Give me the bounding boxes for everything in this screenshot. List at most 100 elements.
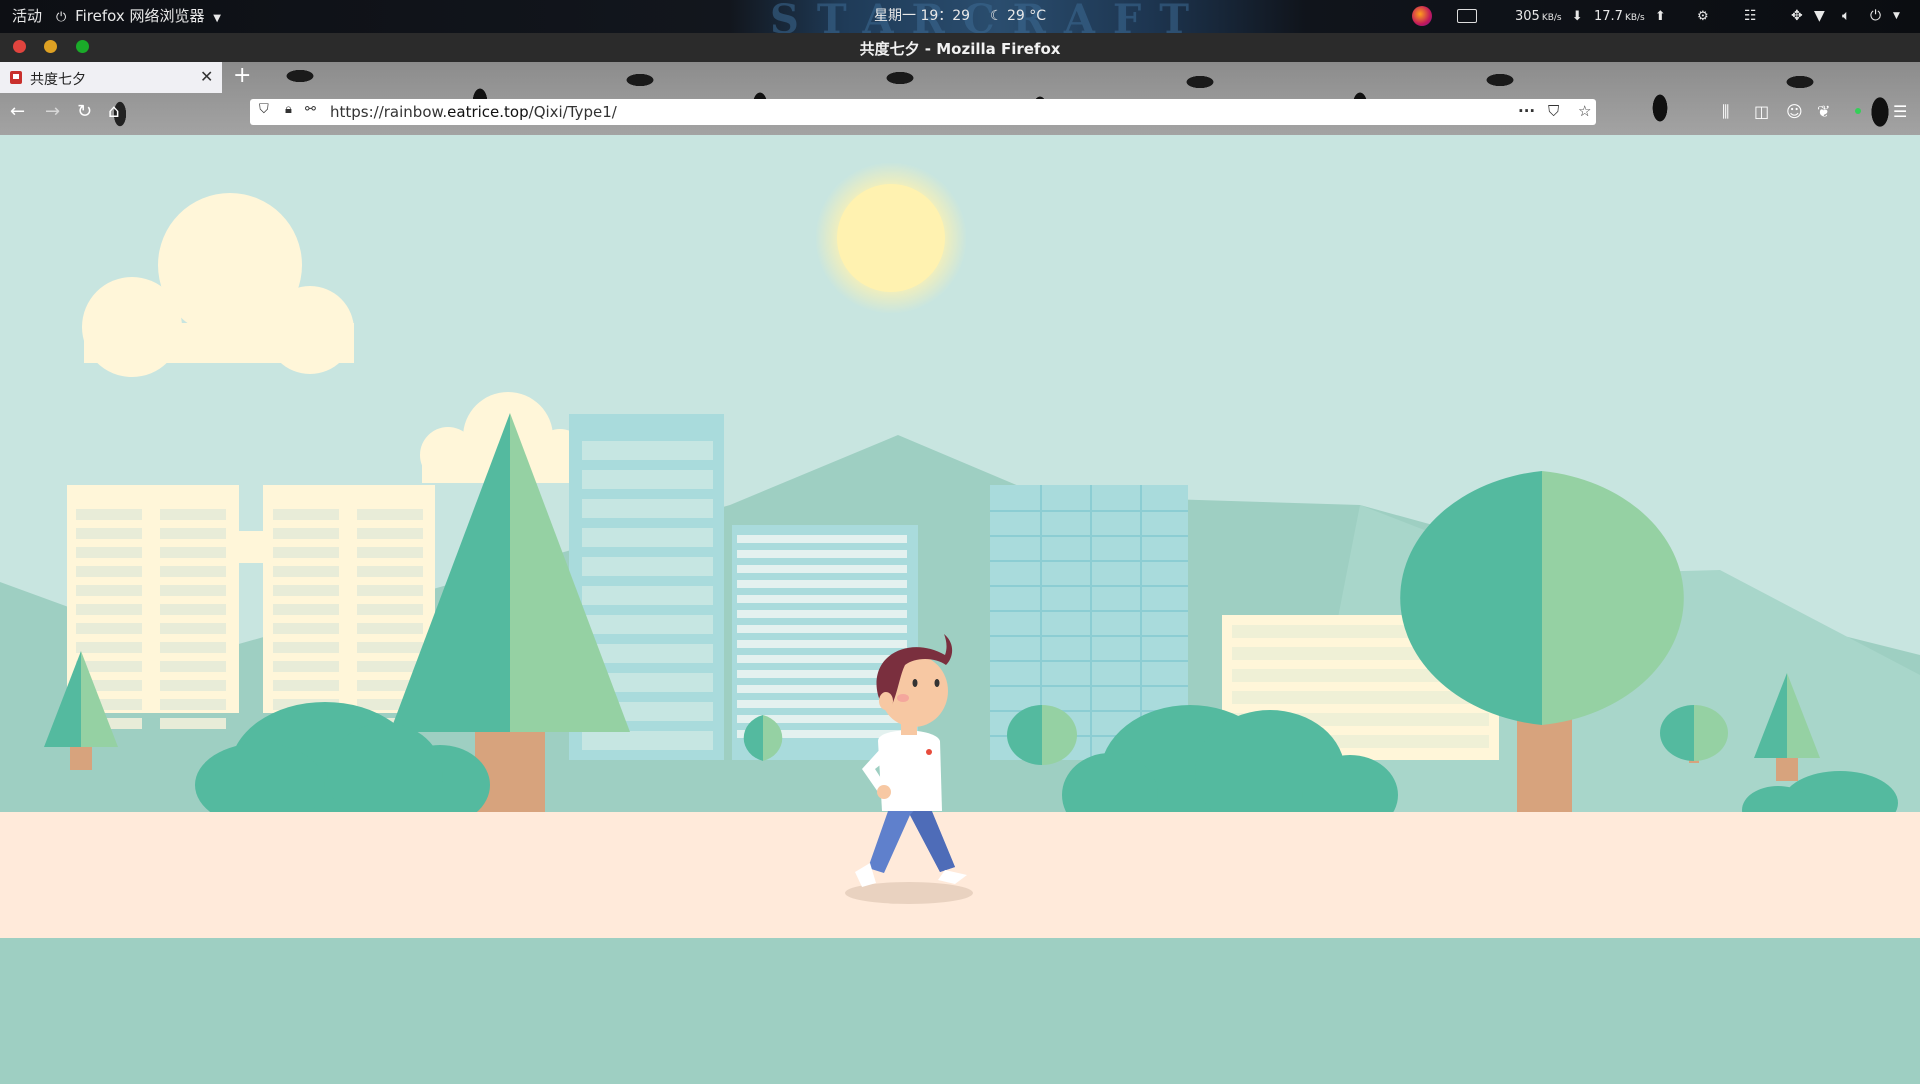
building-window-row xyxy=(160,661,226,672)
round-tree-small-2 xyxy=(1007,705,1077,765)
building-mid-window-stripe xyxy=(737,565,907,573)
boy-cheek xyxy=(897,694,909,702)
building-mid-window-stripe xyxy=(737,550,907,558)
net-up-value: 17.7 xyxy=(1594,9,1623,24)
firefox-tray-icon[interactable] xyxy=(1412,6,1432,26)
volume-icon[interactable]: 🔈︎ xyxy=(1842,0,1850,33)
building-window-row xyxy=(357,528,423,539)
net-up-unit: KB/s xyxy=(1624,13,1645,23)
boy-ear xyxy=(879,692,893,710)
building-blue-window-stripe xyxy=(582,499,713,518)
menu-list-icon[interactable]: ☷ xyxy=(1744,0,1757,33)
building-mid-window-stripe xyxy=(737,595,907,603)
building-window-row xyxy=(357,547,423,558)
building-grid-line-horizontal xyxy=(990,635,1188,637)
window-title-bar: 共度七夕 - Mozilla Firefox xyxy=(0,33,1920,62)
boy-eye xyxy=(912,679,918,687)
pocket-icon[interactable]: ⛉ xyxy=(1548,102,1559,120)
url-path: /Qixi/Type1/ xyxy=(528,103,617,121)
tracking-shield-icon[interactable]: ⛉ xyxy=(259,102,269,117)
building-window-row xyxy=(357,642,423,653)
building-window-row xyxy=(160,509,226,520)
lower-ground xyxy=(0,938,1920,1080)
building-window-row xyxy=(357,585,423,596)
new-tab-button[interactable]: + xyxy=(233,65,251,87)
net-speed-up: 17.7 KB/s ⬆ xyxy=(1594,0,1666,33)
boy-shirt-logo-icon xyxy=(926,749,932,755)
status-dot-icon xyxy=(1855,108,1861,114)
close-tab-icon[interactable]: ✕ xyxy=(200,67,213,86)
building-window-row xyxy=(273,547,339,558)
url-text: https://rainbow.eatrice.top/Qixi/Type1/ xyxy=(330,103,617,121)
boy-shirt xyxy=(878,730,942,811)
building-window-row xyxy=(76,547,142,558)
tab-gongduqixi[interactable]: 共度七夕 ✕ xyxy=(0,62,222,93)
permissions-icon[interactable]: ⚯ xyxy=(305,102,316,117)
qixi-scene xyxy=(0,135,1920,1080)
building-window-row xyxy=(160,547,226,558)
scene-illustration xyxy=(0,135,1920,1080)
building-blue-window-stripe xyxy=(582,557,713,576)
bookmark-star-icon[interactable]: ☆ xyxy=(1578,102,1591,120)
weather-indicator[interactable]: ☾ 29 °C xyxy=(990,0,1046,33)
network-settings-icon[interactable]: ✥ xyxy=(1791,0,1803,33)
forward-button[interactable]: → xyxy=(45,102,60,122)
building-blue-window-stripe xyxy=(582,528,713,547)
boy-hand xyxy=(877,785,891,799)
arrow-up-icon: ⬆ xyxy=(1654,9,1666,24)
reload-button[interactable]: ↻ xyxy=(77,102,92,122)
building-window-row xyxy=(160,623,226,634)
weather-temp: 29 °C xyxy=(1007,8,1047,24)
building-mid-window-stripe xyxy=(737,580,907,588)
url-prefix: https://rainbow. xyxy=(330,103,448,121)
building-window-row xyxy=(357,566,423,577)
building-grid-line-horizontal xyxy=(990,685,1188,687)
url-bar[interactable]: ⛉ 🔒︎ ⚯ https://rainbow.eatrice.top/Qixi/… xyxy=(250,99,1596,125)
home-button[interactable]: ⌂ xyxy=(108,102,119,122)
building-window-row xyxy=(160,566,226,577)
wifi-icon[interactable]: ▼ xyxy=(1814,0,1825,33)
building-window-row xyxy=(76,623,142,634)
account-icon[interactable]: ☺ xyxy=(1786,102,1803,121)
building-mid-window-stripe xyxy=(737,655,907,663)
app-menu[interactable]: ⏻ Firefox 网络浏览器 ▼ xyxy=(56,0,221,33)
activities-button[interactable]: 活动 xyxy=(12,0,42,33)
power-menu-chevron-icon[interactable]: ▼ xyxy=(1893,0,1900,33)
building-window-row xyxy=(357,509,423,520)
building-window-row xyxy=(273,661,339,672)
hamburger-menu-icon[interactable]: ☰ xyxy=(1893,102,1907,121)
building-window-row xyxy=(273,509,339,520)
building-window-row xyxy=(76,585,142,596)
building-grid-line-horizontal xyxy=(990,535,1188,537)
building-window-row xyxy=(76,604,142,615)
building-window-row xyxy=(357,661,423,672)
building-mid-window-stripe xyxy=(737,625,907,633)
library-icon[interactable]: ⫼ xyxy=(1722,102,1729,122)
page-actions-icon[interactable]: ··· xyxy=(1518,102,1535,120)
building-window-row xyxy=(273,585,339,596)
building-window-row xyxy=(160,604,226,615)
clock[interactable]: 星期一 19：29 xyxy=(874,0,970,33)
moon-icon: ☾ xyxy=(990,8,1003,24)
keyboard-icon[interactable] xyxy=(1457,9,1477,23)
building-window-row xyxy=(76,642,142,653)
building-mid-window-stripe xyxy=(737,640,907,648)
building-window-row xyxy=(160,528,226,539)
back-button[interactable]: ← xyxy=(10,102,25,122)
net-speed-down: 305 KB/s ⬇ xyxy=(1515,0,1583,33)
building-window-row xyxy=(273,623,339,634)
extensions-tray-icon[interactable]: ⚙ xyxy=(1697,0,1709,33)
building-mid-window-stripe xyxy=(737,610,907,618)
power-icon[interactable]: ⏻ xyxy=(1870,0,1881,33)
lock-icon[interactable]: 🔒︎ xyxy=(285,102,292,117)
net-down-value: 305 xyxy=(1515,9,1540,24)
building-window-row xyxy=(76,528,142,539)
building-window-row xyxy=(273,566,339,577)
net-down-unit: KB/s xyxy=(1541,13,1562,23)
building-window-row xyxy=(76,566,142,577)
extension-icon[interactable]: ❦ xyxy=(1817,102,1830,121)
arrow-down-icon: ⬇ xyxy=(1571,9,1583,24)
sidebar-icon[interactable]: ◫ xyxy=(1754,102,1769,121)
sun xyxy=(837,184,945,292)
building-window-row xyxy=(160,699,226,710)
